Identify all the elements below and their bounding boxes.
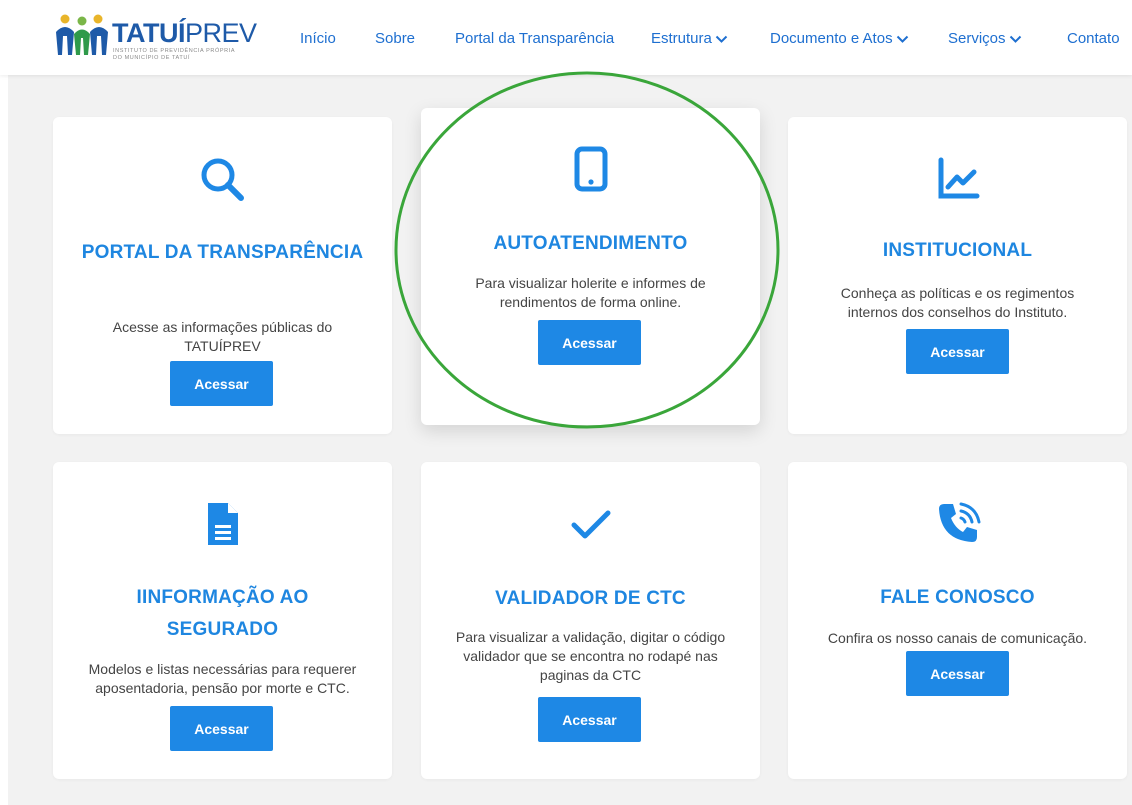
tatuiprev-logo[interactable]: TATUÍPREV Instituto de Previdência Própr…: [52, 10, 257, 62]
card-title: FALE CONOSCO: [880, 587, 1035, 608]
card-informacao-segurado: IINFORMAÇÃO AO SEGURADO Modelos e listas…: [53, 462, 392, 779]
acessar-button[interactable]: Acessar: [906, 329, 1009, 374]
acessar-button[interactable]: Acessar: [906, 651, 1009, 696]
nav-estrutura[interactable]: Estrutura: [651, 30, 728, 47]
chevron-down-icon: [715, 35, 728, 43]
card-institucional: INSTITUCIONAL Conheça as políticas e os …: [788, 117, 1127, 434]
card-fale-conosco: FALE CONOSCO Confira os nosso canais de …: [788, 462, 1127, 779]
card-description: Modelos e listas necessárias para requer…: [88, 661, 357, 696]
logo-people-icon: [56, 14, 108, 55]
card-portal-transparencia: PORTAL DA TRANSPARÊNCIA Acesse as inform…: [53, 117, 392, 434]
card-title: PORTAL DA TRANSPARÊNCIA: [81, 242, 364, 263]
logo-text: TATUÍPREV: [112, 18, 257, 48]
acessar-button[interactable]: Acessar: [170, 361, 273, 406]
acessar-button[interactable]: Acessar: [538, 320, 641, 365]
left-edge: [0, 75, 8, 805]
checkmark-icon: [421, 510, 760, 540]
nav-contato[interactable]: Contato: [1067, 30, 1120, 47]
nav-estrutura-label: Estrutura: [651, 30, 712, 47]
nav-documento-atos[interactable]: Documento e Atos: [770, 30, 909, 47]
site-header: TATUÍPREV Instituto de Previdência Própr…: [0, 0, 1132, 75]
smartphone-icon: [421, 146, 760, 192]
card-title: VALIDADOR DE CTC: [495, 588, 686, 609]
document-icon: [53, 500, 392, 548]
card-title: IINFORMAÇÃO AO SEGURADO: [136, 587, 309, 640]
card-autoatendimento: AUTOATENDIMENTO Para visualizar holerite…: [421, 108, 760, 425]
chart-line-icon: [788, 157, 1127, 201]
logo-subtitle: Instituto de Previdência Própria do Muni…: [113, 48, 235, 61]
card-description: Para visualizar a validação, digitar o c…: [455, 629, 726, 683]
search-icon: [53, 155, 392, 205]
nav-servicos-label: Serviços: [948, 30, 1006, 47]
card-validador-ctc: VALIDADOR DE CTC Para visualizar a valid…: [421, 462, 760, 779]
acessar-button[interactable]: Acessar: [170, 706, 273, 751]
nav-sobre[interactable]: Sobre: [375, 30, 415, 47]
card-description: Para visualizar holerite e informes de r…: [475, 275, 706, 310]
chevron-down-icon: [1009, 35, 1021, 43]
nav-portal-transparencia[interactable]: Portal da Transparência: [455, 30, 614, 47]
card-title: INSTITUCIONAL: [882, 240, 1033, 261]
card-description: Acesse as informações públicas do TATUÍP…: [112, 319, 333, 354]
card-title: AUTOATENDIMENTO: [493, 233, 688, 254]
card-description: Conheça as políticas e os regimentos int…: [840, 285, 1075, 320]
phone-call-icon: [788, 500, 1127, 546]
acessar-button[interactable]: Acessar: [538, 697, 641, 742]
nav-documento-label: Documento e Atos: [770, 30, 893, 47]
card-description: Confira os nosso canais de comunicação.: [827, 630, 1088, 646]
nav-inicio[interactable]: Início: [300, 30, 336, 47]
chevron-down-icon: [896, 35, 908, 43]
nav-servicos[interactable]: Serviços: [948, 30, 1022, 47]
